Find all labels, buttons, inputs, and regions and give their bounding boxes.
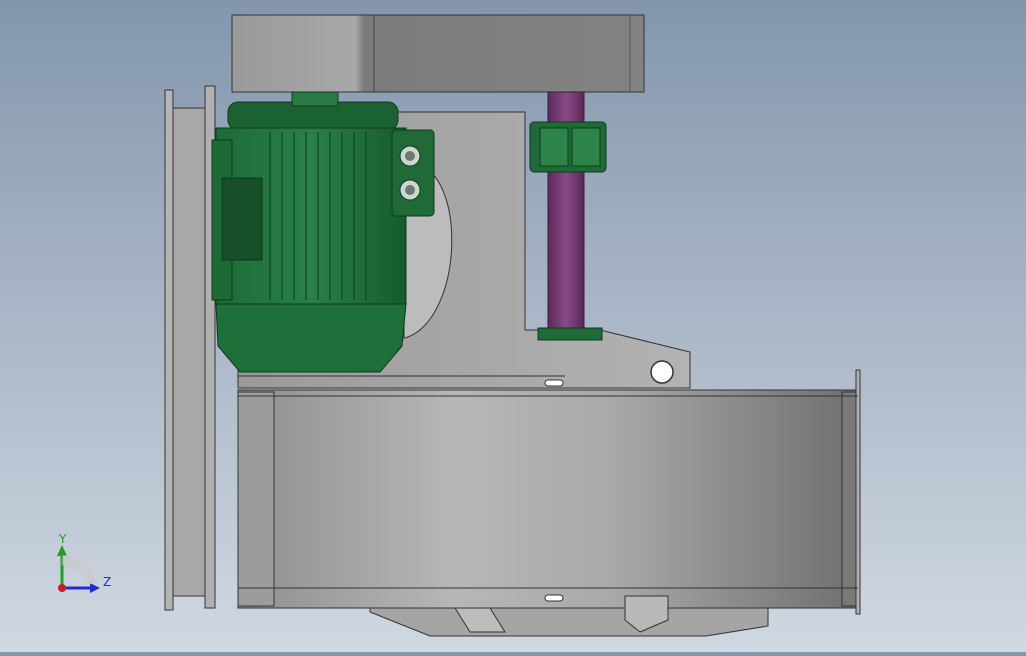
belt-guard-box[interactable]	[231, 14, 645, 93]
cad-viewport[interactable]: Y Z	[0, 0, 1026, 652]
triad-y-label: Y	[59, 532, 67, 546]
electric-motor[interactable]	[211, 91, 435, 373]
inlet-flange[interactable]	[164, 85, 216, 611]
terminal-box[interactable]	[391, 129, 435, 217]
model-canvas[interactable]	[0, 0, 1026, 652]
coordinate-triad	[57, 545, 100, 593]
triad-z-label: Z	[103, 575, 112, 589]
fan-housing[interactable]	[237, 369, 861, 615]
